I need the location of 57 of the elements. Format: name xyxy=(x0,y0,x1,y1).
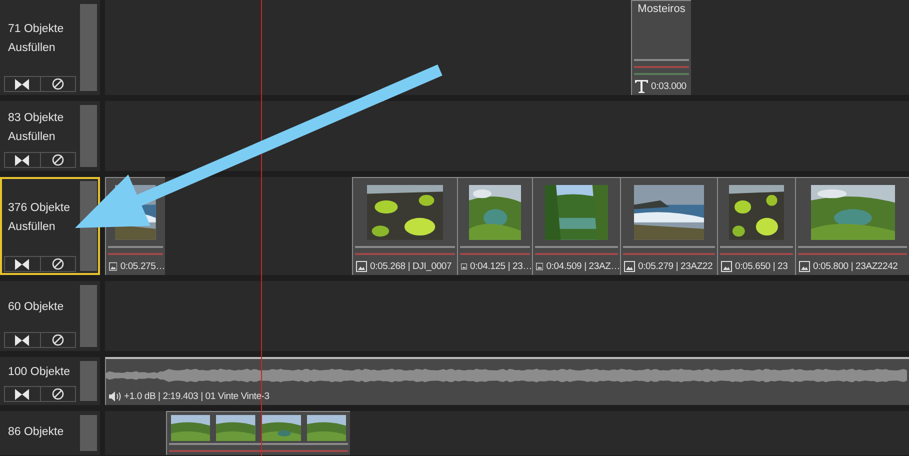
timeline-clip[interactable]: 0:05.279 | 23AZ22 xyxy=(620,177,717,275)
track-scrollbar[interactable] xyxy=(80,285,97,347)
track-label: 86 Objekte xyxy=(8,425,65,440)
prohibited-icon xyxy=(52,334,64,346)
clip-caption: 0:04.125 | 23… xyxy=(470,261,532,272)
track-header[interactable]: 100 Objekte xyxy=(0,357,100,405)
clip-caption: 0:05.268 | DJI_0007 xyxy=(370,261,452,272)
bowtie-icon xyxy=(15,78,30,90)
image-icon xyxy=(799,261,810,272)
bowtie-icon xyxy=(15,154,30,166)
track-scrollbar[interactable] xyxy=(80,415,97,451)
track-scrollbar[interactable] xyxy=(80,4,97,91)
timeline-clip[interactable]: 0:04.509 | 23AZ… xyxy=(532,177,620,275)
text-icon xyxy=(635,80,648,93)
speaker-icon xyxy=(109,391,121,402)
image-icon xyxy=(356,261,367,272)
track-label: 376 Objekte xyxy=(8,200,72,216)
track-header[interactable]: 86 Objekte xyxy=(0,411,100,455)
clip-caption: 0:05.275… xyxy=(120,261,165,272)
track-label: 83 Objekte xyxy=(8,110,65,126)
timeline-clip[interactable]: Mosteiros 0:03.000 xyxy=(631,0,691,95)
timeline-clip[interactable]: 0:05.800 | 23AZ2242 xyxy=(795,177,909,275)
prohibited-icon xyxy=(52,388,64,400)
bowtie-icon xyxy=(15,334,30,346)
bowtie-icon xyxy=(15,388,30,400)
track-label: Ausfüllen xyxy=(8,220,56,234)
timeline-clip[interactable]: 0:05.268 | DJI_0007 xyxy=(352,177,457,275)
timeline-clip[interactable]: 0:04.125 | 23… xyxy=(457,177,532,275)
track-scrollbar[interactable] xyxy=(80,361,97,401)
clip-title: Mosteiros xyxy=(636,2,686,15)
track-header[interactable]: 376 Objekte Ausfüllen xyxy=(0,177,100,275)
track-label: 100 Objekte xyxy=(8,365,72,380)
prohibited-icon xyxy=(52,258,64,270)
image-icon xyxy=(721,261,732,272)
image-icon xyxy=(109,261,118,272)
playhead-line[interactable] xyxy=(261,0,262,456)
track-label: 60 Objekte xyxy=(8,300,65,315)
clip-caption: 0:05.650 | 23 xyxy=(735,261,788,272)
track-label: 71 Objekte xyxy=(8,22,65,37)
image-icon xyxy=(536,261,544,272)
track-header[interactable]: 71 Objekte Ausfüllen xyxy=(0,0,100,95)
clip-caption: 0:05.800 | 23AZ2242 xyxy=(813,261,898,272)
image-icon xyxy=(624,261,635,272)
prohibited-icon xyxy=(52,154,64,166)
clip-caption: 0:04.509 | 23AZ… xyxy=(546,261,620,272)
timeline-clip[interactable]: 0:05.650 | 23 xyxy=(717,177,795,275)
timeline-clip[interactable] xyxy=(166,411,350,455)
clip-caption: 0:05.279 | 23AZ22 xyxy=(638,261,713,272)
track-label: Ausfüllen xyxy=(8,41,56,56)
prohibited-icon xyxy=(52,78,64,90)
track-scrollbar[interactable] xyxy=(80,105,97,167)
track-header[interactable]: 60 Objekte xyxy=(0,281,100,351)
clip-caption: 0:03.000 xyxy=(651,81,686,92)
track-header[interactable]: 83 Objekte Ausfüllen xyxy=(0,101,100,171)
bowtie-icon xyxy=(15,258,30,270)
track-label: Ausfüllen xyxy=(8,130,56,144)
image-icon xyxy=(461,261,467,272)
